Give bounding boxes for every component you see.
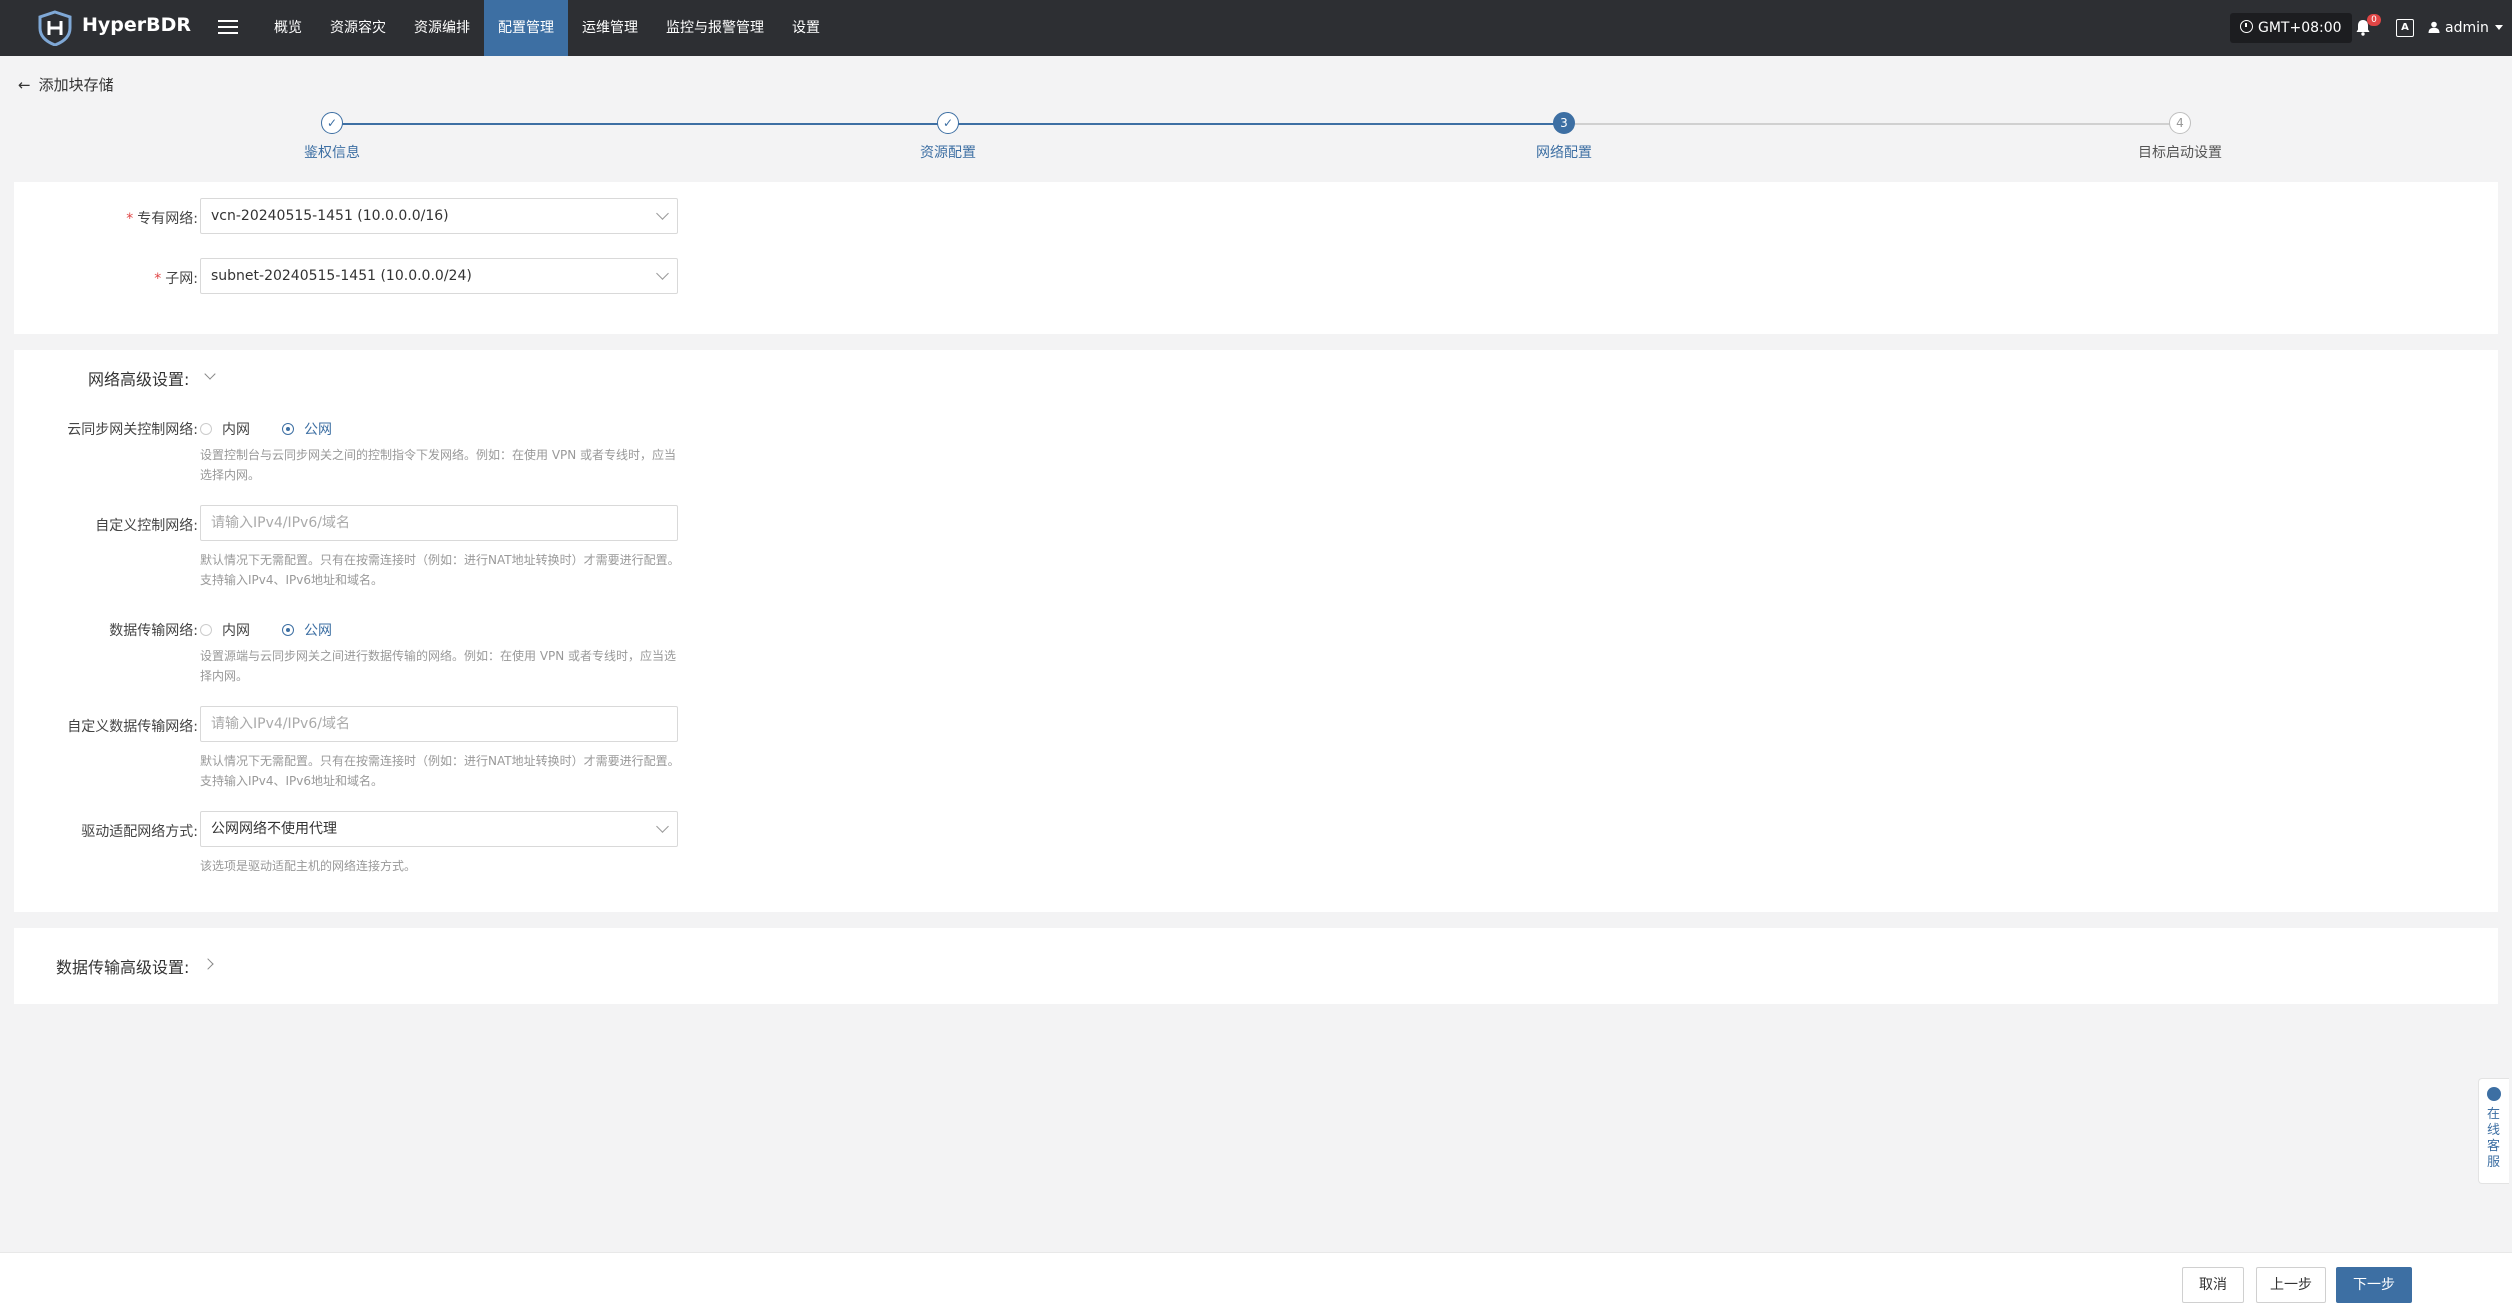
- control-network-internal-radio[interactable]: 内网: [200, 419, 250, 439]
- subnet-label: * 子网:: [154, 271, 198, 287]
- back-link[interactable]: ← 添加块存储: [18, 74, 114, 95]
- caret-down-icon: [2494, 25, 2503, 30]
- page-title: 添加块存储: [38, 76, 114, 94]
- language-icon[interactable]: A: [2396, 19, 2414, 37]
- hyperbdr-logo-icon[interactable]: [36, 10, 74, 46]
- notification-button[interactable]: 0: [2355, 14, 2381, 40]
- previous-step-button[interactable]: 上一步: [2256, 1267, 2326, 1303]
- user-icon: [2428, 21, 2440, 33]
- custom-control-network-input[interactable]: 请输入IPv4/IPv6/域名: [200, 505, 678, 541]
- radio-unchecked-icon: [200, 423, 212, 435]
- advanced-settings-title[interactable]: 网络高级设置:: [88, 366, 189, 390]
- custom-data-network-label: 自定义数据传输网络:: [67, 719, 198, 735]
- nav-item-settings[interactable]: 设置: [778, 0, 834, 56]
- vpc-label: * 专有网络:: [126, 211, 198, 227]
- notification-count-badge: 0: [2367, 14, 2381, 26]
- step-resource: ✓ 资源配置: [838, 110, 1058, 162]
- required-mark: *: [154, 271, 162, 287]
- headset-icon: [2487, 1087, 2501, 1101]
- online-service-label: 在线客服: [2487, 1107, 2501, 1170]
- data-transfer-advanced-card: 数据传输高级设置:: [14, 928, 2498, 1004]
- footer-action-bar: 取消 上一步 下一步: [0, 1252, 2512, 1315]
- driver-network-select[interactable]: 公网网络不使用代理: [200, 811, 678, 847]
- vpc-value: vcn-20240515-1451 (10.0.0.0/16): [211, 208, 449, 224]
- main-nav: 概览 资源容灾 资源编排 配置管理 运维管理 监控与报警管理 设置: [260, 0, 834, 56]
- step-label: 目标启动设置: [2138, 145, 2222, 161]
- username: admin: [2445, 20, 2489, 36]
- nav-item-operations[interactable]: 运维管理: [568, 0, 652, 56]
- control-network-public-radio[interactable]: 公网: [282, 419, 332, 439]
- step-label: 资源配置: [920, 145, 976, 161]
- brand-name: HyperBDR: [82, 14, 192, 36]
- subnet-value: subnet-20240515-1451 (10.0.0.0/24): [211, 268, 472, 284]
- next-step-button[interactable]: 下一步: [2336, 1267, 2412, 1303]
- chevron-down-icon: [656, 207, 669, 220]
- step-network: 3 网络配置: [1454, 110, 1674, 162]
- wizard-steps: ✓ 鉴权信息 ✓ 资源配置 3 网络配置 4 目标启动设置: [0, 110, 2512, 166]
- network-advanced-card: 网络高级设置: 云同步网关控制网络: 内网 公网 设置控制台与云同步网关之间的控…: [14, 350, 2498, 912]
- clock-icon: [2240, 20, 2253, 33]
- data-transfer-advanced-title[interactable]: 数据传输高级设置:: [56, 954, 189, 978]
- network-basic-card: * 专有网络: vcn-20240515-1451 (10.0.0.0/16) *…: [14, 182, 2498, 334]
- nav-item-resource-dr[interactable]: 资源容灾: [316, 0, 400, 56]
- data-network-help: 设置源端与云同步网关之间进行数据传输的网络。例如：在使用 VPN 或者专线时，应…: [200, 649, 677, 683]
- custom-data-network-help: 默认情况下无需配置。只有在按需连接时（例如：进行NAT地址转换时）才需要进行配置…: [200, 754, 680, 788]
- data-network-internal-radio[interactable]: 内网: [200, 620, 250, 640]
- step-label: 鉴权信息: [304, 145, 360, 161]
- custom-control-network-label: 自定义控制网络:: [95, 518, 198, 534]
- arrow-left-icon: ←: [18, 76, 31, 94]
- check-icon: ✓: [937, 112, 959, 134]
- step-boot: 4 目标启动设置: [2070, 110, 2290, 162]
- custom-control-network-help: 默认情况下无需配置。只有在按需连接时（例如：进行NAT地址转换时）才需要进行配置…: [200, 553, 680, 587]
- required-mark: *: [126, 211, 134, 227]
- cancel-button[interactable]: 取消: [2182, 1267, 2244, 1303]
- custom-data-network-input[interactable]: 请输入IPv4/IPv6/域名: [200, 706, 678, 742]
- driver-network-help: 该选项是驱动适配主机的网络连接方式。: [200, 859, 417, 873]
- chevron-down-icon: [656, 820, 669, 833]
- nav-item-config-management[interactable]: 配置管理: [484, 0, 568, 56]
- step-auth: ✓ 鉴权信息: [222, 110, 442, 162]
- nav-item-resource-orchestration[interactable]: 资源编排: [400, 0, 484, 56]
- check-icon: ✓: [321, 112, 343, 134]
- radio-checked-icon: [282, 624, 294, 636]
- user-menu[interactable]: admin: [2428, 0, 2503, 56]
- control-network-label: 云同步网关控制网络:: [67, 422, 198, 438]
- radio-unchecked-icon: [200, 624, 212, 636]
- timezone-label: GMT+08:00: [2258, 20, 2342, 36]
- chevron-down-icon[interactable]: [204, 368, 216, 380]
- driver-network-value: 公网网络不使用代理: [211, 821, 337, 837]
- step-number: 3: [1553, 112, 1575, 134]
- subnet-select[interactable]: subnet-20240515-1451 (10.0.0.0/24): [200, 258, 678, 294]
- step-number: 4: [2169, 112, 2191, 134]
- step-label: 网络配置: [1536, 145, 1592, 161]
- vpc-select[interactable]: vcn-20240515-1451 (10.0.0.0/16): [200, 198, 678, 234]
- nav-item-overview[interactable]: 概览: [260, 0, 316, 56]
- data-network-label: 数据传输网络:: [109, 623, 198, 639]
- hamburger-menu-icon[interactable]: [218, 16, 238, 38]
- timezone-button[interactable]: GMT+08:00: [2230, 13, 2352, 43]
- chevron-right-icon[interactable]: [202, 958, 214, 970]
- chevron-down-icon: [656, 267, 669, 280]
- data-network-public-radio[interactable]: 公网: [282, 620, 332, 640]
- driver-network-label: 驱动适配网络方式:: [81, 824, 198, 840]
- online-service-button[interactable]: 在线客服: [2478, 1078, 2509, 1184]
- top-navigation-bar: HyperBDR 概览 资源容灾 资源编排 配置管理 运维管理 监控与报警管理 …: [0, 0, 2512, 56]
- control-network-help: 设置控制台与云同步网关之间的控制指令下发网络。例如：在使用 VPN 或者专线时，…: [200, 448, 677, 482]
- radio-checked-icon: [282, 423, 294, 435]
- nav-item-monitoring-alerts[interactable]: 监控与报警管理: [652, 0, 778, 56]
